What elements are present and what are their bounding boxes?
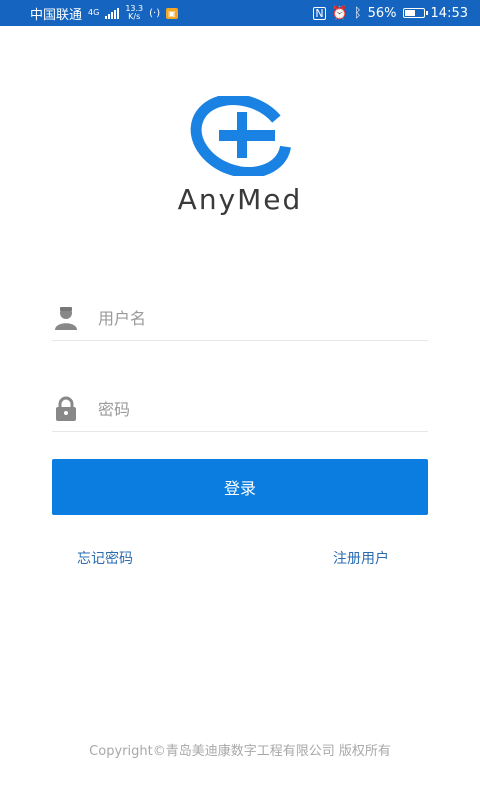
network-speed-unit: K/s bbox=[128, 12, 141, 21]
copyright-text: Copyright©青岛美迪康数字工程有限公司 版权所有 bbox=[89, 744, 391, 759]
network-speed: 13.3 K/s bbox=[125, 5, 143, 21]
login-button[interactable]: 登录 bbox=[52, 459, 428, 515]
user-icon bbox=[52, 304, 80, 332]
signal-icon bbox=[105, 7, 120, 19]
battery-percent: 56% bbox=[367, 5, 397, 21]
battery-icon bbox=[402, 8, 428, 18]
alarm-icon: ⏰ bbox=[331, 5, 348, 21]
password-field[interactable] bbox=[52, 387, 428, 432]
register-link[interactable]: 注册用户 bbox=[333, 548, 389, 568]
status-bar-right: N ⏰ ᛒ 56% 14:53 bbox=[313, 6, 468, 21]
carrier-name: 中国联通 bbox=[30, 7, 83, 23]
forgot-password-link[interactable]: 忘记密码 bbox=[77, 548, 133, 568]
username-field[interactable] bbox=[52, 296, 428, 341]
status-bar: 中国联通 4G 13.3 K/s (·) ▣ N ⏰ ᛒ 56% 14:53 bbox=[0, 0, 480, 26]
bluetooth-icon: ᛒ bbox=[353, 5, 362, 21]
status-bar-left: 中国联通 4G 13.3 K/s (·) ▣ bbox=[30, 4, 178, 23]
nfc-icon: N bbox=[313, 6, 326, 20]
battery-fill bbox=[404, 10, 415, 16]
hotspot-icon: (·) bbox=[149, 7, 161, 19]
anymed-logo-icon bbox=[190, 96, 292, 176]
username-input[interactable] bbox=[96, 307, 400, 329]
status-time: 14:53 bbox=[430, 5, 468, 21]
brand-name: AnyMed bbox=[177, 183, 303, 216]
notification-badge-icon: ▣ bbox=[166, 7, 178, 19]
lock-icon bbox=[52, 395, 80, 423]
password-input[interactable] bbox=[96, 398, 400, 420]
network-type: 4G bbox=[88, 8, 100, 17]
